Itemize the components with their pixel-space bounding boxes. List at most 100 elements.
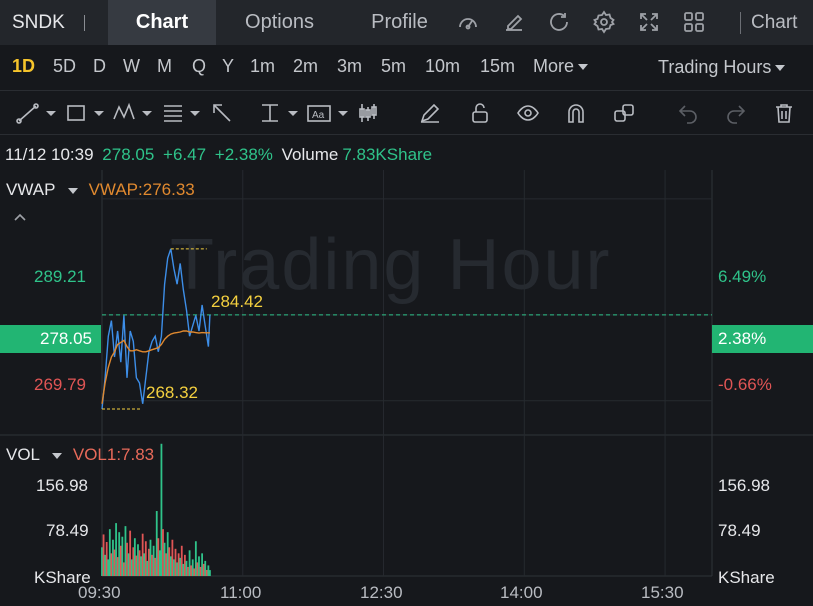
- volume-bar: [122, 562, 125, 576]
- period-y[interactable]: Y: [222, 56, 234, 77]
- undo-icon[interactable]: [676, 101, 700, 125]
- candle-tool-icon[interactable]: [356, 101, 380, 125]
- volume-bar: [135, 555, 138, 576]
- tab-chart[interactable]: Chart: [108, 0, 216, 45]
- top-bar: SNDK Chart Options Profile Chart: [0, 0, 813, 45]
- volume-bar: [107, 559, 110, 576]
- vwap-indicator-selector[interactable]: VWAP VWAP:276.33: [6, 180, 195, 200]
- volume-bar: [160, 443, 163, 576]
- volume-bar: [158, 550, 161, 576]
- unlock-icon[interactable]: [468, 101, 492, 125]
- svg-text:Aa: Aa: [312, 110, 325, 121]
- magnet-icon[interactable]: [564, 101, 588, 125]
- vol-axis-unit-right: KShare: [718, 568, 775, 587]
- fibonacci-tool-icon[interactable]: [160, 101, 206, 125]
- redo-icon[interactable]: [724, 101, 748, 125]
- vwap-indicator-value: VWAP:276.33: [88, 180, 195, 199]
- period-3m[interactable]: 3m: [337, 56, 362, 77]
- period-q[interactable]: Q: [192, 56, 206, 77]
- volume-bar: [169, 556, 172, 576]
- quote-change-pct: +2.38%: [214, 145, 273, 164]
- period-5d[interactable]: 5D: [53, 56, 76, 77]
- period-d[interactable]: D: [93, 56, 106, 77]
- volume-bar: [201, 553, 204, 576]
- text-tool-icon[interactable]: Aa: [306, 101, 352, 125]
- volume-bar: [130, 559, 133, 576]
- period-5m[interactable]: 5m: [381, 56, 406, 77]
- chart-area[interactable]: Trading Hour VWAP VWAP:276.33 289.21 278…: [0, 170, 813, 606]
- volume-bar: [113, 549, 116, 576]
- current-pct-tag: 2.38%: [712, 325, 813, 353]
- volume-bar: [174, 548, 177, 576]
- pattern-tool-icon[interactable]: [112, 101, 158, 125]
- tab-options[interactable]: Options: [222, 0, 337, 45]
- drawing-toolbar: Aa: [0, 90, 813, 135]
- chart-svg[interactable]: [0, 170, 813, 606]
- volume-bar: [179, 557, 182, 576]
- grid-icon[interactable]: [682, 10, 706, 34]
- current-price-tag: 278.05: [0, 325, 101, 353]
- period-m[interactable]: M: [157, 56, 172, 77]
- volume-bar: [162, 529, 164, 576]
- period-w[interactable]: W: [123, 56, 140, 77]
- chevron-down-icon: [67, 187, 78, 194]
- pencil-icon[interactable]: [418, 101, 442, 125]
- fullscreen-icon[interactable]: [637, 10, 661, 34]
- price-axis-low: 269.79: [34, 375, 86, 394]
- period-15m[interactable]: 15m: [480, 56, 515, 77]
- period-2m[interactable]: 2m: [293, 56, 318, 77]
- more-periods-dropdown[interactable]: More: [533, 56, 589, 77]
- volume-bar: [126, 542, 128, 576]
- gauge-icon[interactable]: [456, 10, 480, 34]
- volume-bar: [141, 533, 144, 576]
- trash-icon[interactable]: [772, 101, 796, 125]
- vol-indicator-selector[interactable]: VOL VOL1:7.83: [6, 445, 154, 465]
- copy-icon[interactable]: [612, 101, 636, 125]
- rectangle-tool-icon[interactable]: [64, 101, 110, 125]
- volume-bar: [205, 569, 208, 576]
- volume-bar: [188, 550, 191, 576]
- refresh-icon[interactable]: [547, 10, 571, 34]
- arrow-tool-icon[interactable]: [210, 101, 234, 125]
- volume-bar: [177, 553, 180, 576]
- line-tool-icon[interactable]: [16, 101, 62, 125]
- tab-profile[interactable]: Profile: [352, 0, 447, 45]
- volume-bar: [124, 526, 127, 576]
- quote-summary: 11/12 10:39 278.05 +6.47 +2.38% Volume 7.…: [5, 145, 436, 165]
- quote-volume: 7.83KShare: [342, 145, 433, 164]
- volume-bar: [148, 548, 150, 576]
- volume-bar: [149, 539, 152, 576]
- volume-bar: [202, 563, 205, 576]
- high-marker-label: 284.42: [211, 292, 263, 311]
- edit-icon[interactable]: [502, 10, 526, 34]
- period-1m[interactable]: 1m: [250, 56, 275, 77]
- volume-bar: [154, 557, 157, 576]
- chevron-down-icon: [578, 64, 589, 71]
- collapse-chevron-up-icon[interactable]: [14, 212, 26, 222]
- volume-bar: [115, 523, 117, 576]
- ticker-symbol: SNDK: [12, 12, 65, 33]
- volume-bar: [191, 559, 194, 576]
- trading-hours-dropdown[interactable]: Trading Hours: [658, 57, 786, 78]
- volume-bar: [108, 529, 111, 576]
- volume-bar: [118, 532, 121, 576]
- volume-bar: [146, 560, 149, 576]
- volume-bar: [207, 565, 210, 576]
- time-axis-label: 15:30: [641, 583, 684, 602]
- volume-bar: [140, 556, 143, 576]
- period-10m[interactable]: 10m: [425, 56, 460, 77]
- period-selector: 1D 5D D W M Q Y 1m 2m 3m 5m 10m 15m More…: [0, 45, 813, 89]
- quote-volume-label: Volume: [281, 145, 339, 164]
- chart-window-tab[interactable]: Chart: [740, 12, 813, 34]
- measure-tool-icon[interactable]: [258, 101, 304, 125]
- volume-bar: [193, 568, 196, 576]
- period-1d[interactable]: 1D: [12, 56, 35, 77]
- volume-bar: [182, 563, 185, 576]
- volume-bar: [204, 560, 207, 576]
- volume-bar: [187, 566, 189, 576]
- eye-icon[interactable]: [516, 101, 540, 125]
- volume-bar: [119, 545, 122, 576]
- settings-icon[interactable]: [592, 10, 616, 34]
- volume-bar: [137, 544, 139, 576]
- volume-bar: [163, 542, 166, 576]
